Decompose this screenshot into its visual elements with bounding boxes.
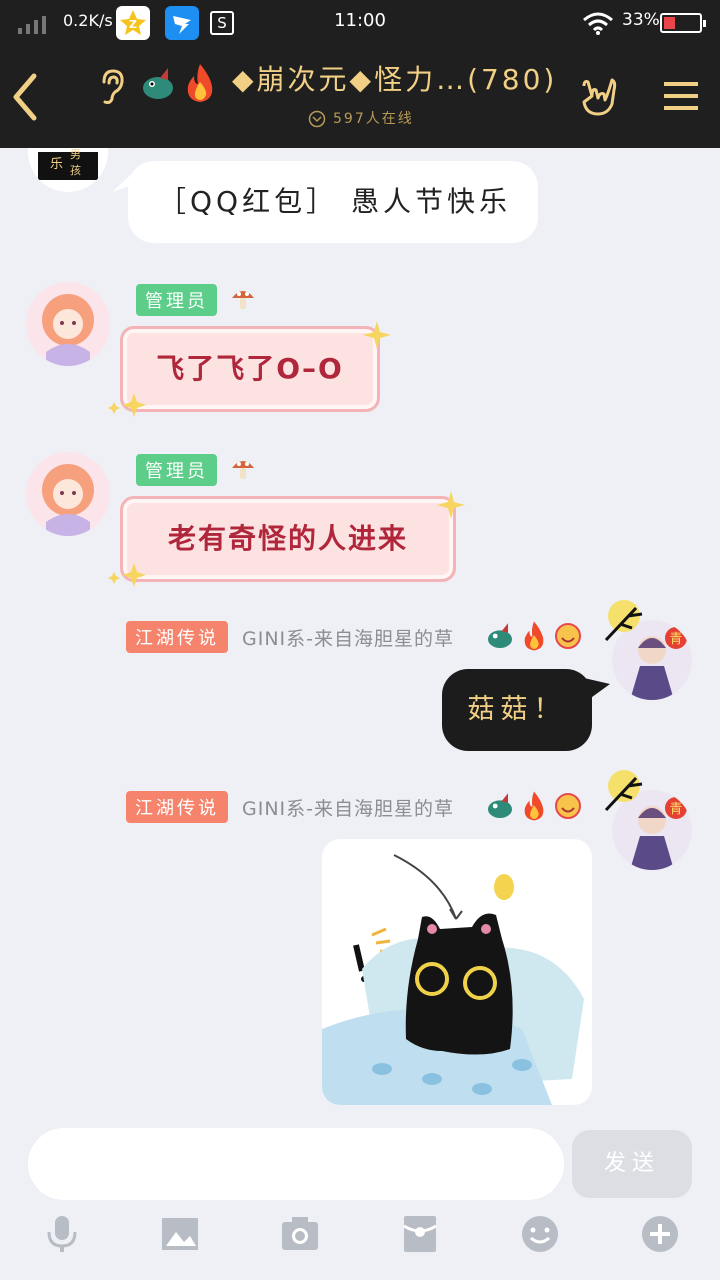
- mushroom-icon: [232, 461, 254, 479]
- emoji-icon[interactable]: [520, 1214, 560, 1254]
- black-cat-sticker[interactable]: [322, 839, 592, 1105]
- fire-emoji-icon: [187, 64, 213, 102]
- menu-icon[interactable]: [664, 80, 698, 112]
- smiley-emoji-icon: [555, 623, 581, 649]
- online-indicator-icon: [308, 110, 326, 128]
- branch-decoration-icon: [604, 600, 643, 642]
- battery-percent: 33%: [622, 10, 660, 30]
- message-text: ［QQ红包］ 愚人节快乐: [158, 185, 511, 218]
- avatar-badge: 青: [669, 802, 682, 817]
- send-button[interactable]: 发送: [572, 1130, 692, 1198]
- fire-emoji-icon: [524, 621, 544, 651]
- mushroom-icon: [232, 291, 254, 309]
- avatar[interactable]: 乐 男 孩: [28, 148, 108, 192]
- message-text: 老有奇怪的人进来: [167, 522, 408, 555]
- battery-icon: [660, 13, 706, 33]
- message-bubble[interactable]: 飞了飞了O–O: [120, 326, 380, 412]
- nickname[interactable]: GINI系-来自海胆星的草: [242, 624, 454, 651]
- branch-decoration-icon: [604, 770, 643, 812]
- svg-text:男: 男: [70, 148, 81, 161]
- red-packet-message[interactable]: ［QQ红包］ 愚人节快乐: [128, 161, 538, 243]
- camera-icon[interactable]: [280, 1214, 320, 1254]
- message-input[interactable]: [28, 1128, 564, 1200]
- title-bar: ◆崩次元◆怪力…(780) 597人在线: [0, 46, 720, 148]
- avatar-badge: 青: [669, 632, 682, 647]
- online-count[interactable]: 597人在线: [333, 108, 414, 128]
- nickname[interactable]: GINI系-来自海胆星的草: [242, 794, 454, 821]
- plus-icon[interactable]: [640, 1214, 680, 1254]
- hand-gesture-icon[interactable]: [578, 74, 618, 118]
- fire-emoji-icon: [524, 791, 544, 821]
- rank-tag: 江湖传说: [126, 621, 228, 653]
- wifi-icon: [583, 12, 613, 35]
- admin-tag: 管理员: [136, 454, 217, 486]
- input-bar: 发送: [0, 1108, 720, 1280]
- dragon-emoji-icon: [488, 623, 512, 648]
- dragon-emoji-icon: [488, 793, 512, 818]
- status-bar: 0.2K/s Z S 11:00 33%: [0, 0, 720, 46]
- ear-icon[interactable]: [96, 68, 126, 106]
- star-sparkle-icon: [363, 321, 391, 349]
- dragon-emoji-icon: [143, 68, 173, 99]
- chat-area[interactable]: 乐 男 孩 ［QQ红包］ 愚人节快乐 管理员 飞了飞了O–O 管理员 老有奇怪的…: [0, 148, 720, 1108]
- star-sparkle-icon: [108, 563, 146, 587]
- admin-tag: 管理员: [136, 284, 217, 316]
- back-icon[interactable]: [10, 72, 40, 122]
- message-text: 菇菇！: [467, 694, 567, 725]
- self-message-bubble[interactable]: 菇菇！: [442, 669, 592, 751]
- svg-text:孩: 孩: [70, 164, 81, 177]
- avatar[interactable]: [26, 282, 110, 366]
- group-title[interactable]: ◆崩次元◆怪力…(780): [232, 58, 562, 98]
- star-sparkle-icon: [108, 393, 146, 417]
- red-packet-icon[interactable]: [400, 1214, 440, 1254]
- message-bubble[interactable]: 老有奇怪的人进来: [120, 496, 456, 582]
- rank-tag: 江湖传说: [126, 791, 228, 823]
- image-icon[interactable]: [160, 1214, 200, 1254]
- smiley-emoji-icon: [555, 793, 581, 819]
- message-text: 飞了飞了O–O: [156, 352, 344, 385]
- svg-text:乐: 乐: [50, 157, 63, 172]
- microphone-icon[interactable]: [42, 1214, 82, 1254]
- avatar[interactable]: [26, 452, 110, 536]
- star-sparkle-icon: [437, 491, 465, 519]
